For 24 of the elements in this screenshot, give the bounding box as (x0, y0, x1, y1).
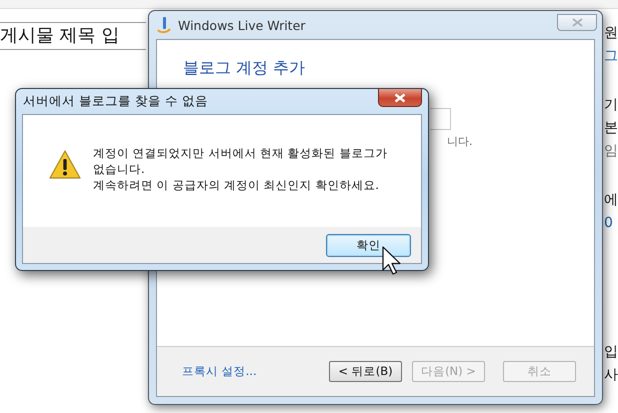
input-field[interactable] (430, 108, 451, 130)
sidebar-link[interactable]: 0 (604, 214, 618, 233)
window-title: Windows Live Writer (178, 18, 306, 32)
sidebar-text: 본 (604, 119, 618, 138)
sidebar-text: 원 (604, 24, 618, 43)
dialog-message: 계정이 연결되었지만 서버에서 현재 활성화된 블로그가 없습니다. 계속하려면 이 공급자의 계정이 최신인지 확인하세요. (93, 145, 388, 193)
dialog-title: 서버에서 블로그를 찾을 수 없음 (23, 93, 208, 110)
hint-text: 니다. (447, 134, 472, 149)
sidebar-text: 기 (604, 96, 618, 115)
app-logo-icon (156, 16, 172, 34)
sidebar-text: 입 (604, 343, 618, 362)
proxy-settings-link[interactable]: 프록시 설정... (182, 364, 257, 379)
page-heading: 블로그 계정 추가 (183, 58, 306, 79)
back-button[interactable]: < 뒤로(B) (329, 361, 402, 382)
sidebar-link[interactable]: 그 (604, 47, 618, 66)
warning-icon (49, 150, 81, 179)
title-field[interactable]: 게시물 제목 입 (0, 22, 146, 50)
sidebar-text: 에 (604, 191, 618, 210)
sidebar-text: 임 (604, 142, 618, 161)
close-icon (394, 92, 406, 102)
sidebar-text: 사 (604, 366, 618, 385)
ok-button[interactable]: 확인 (326, 234, 411, 256)
close-button[interactable] (378, 89, 422, 107)
close-icon (572, 18, 582, 27)
